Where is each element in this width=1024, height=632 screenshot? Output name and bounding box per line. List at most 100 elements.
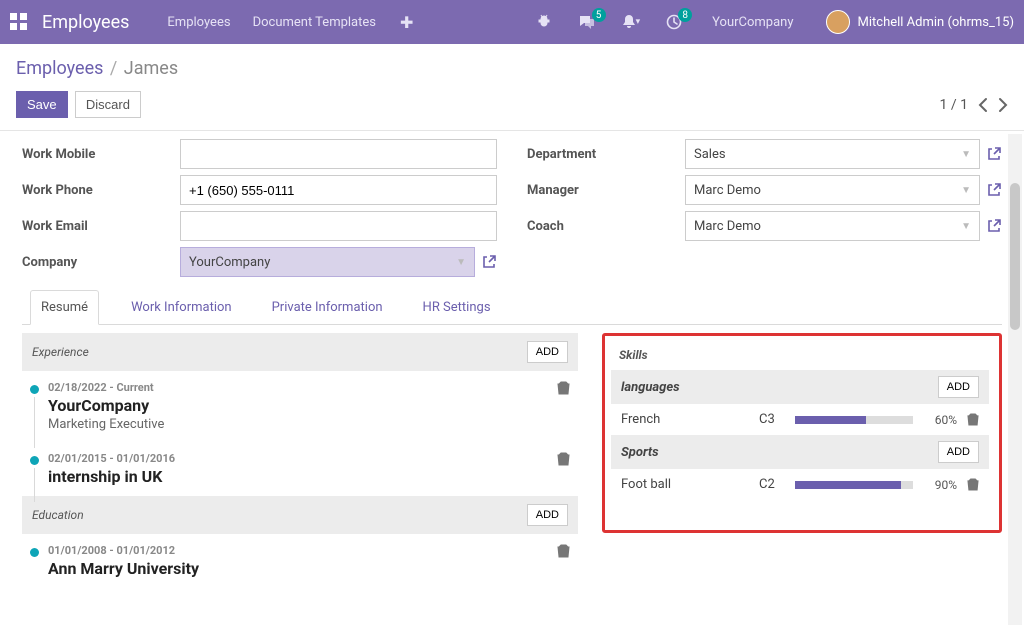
item-title: internship in UK [48, 467, 548, 486]
nav-link-employees[interactable]: Employees [163, 9, 234, 36]
skill-progress [795, 416, 913, 424]
skill-level: C2 [759, 477, 785, 492]
tab-private-information[interactable]: Private Information [264, 290, 391, 325]
work-phone-input[interactable] [180, 175, 497, 205]
timeline-item: 02/18/2022 - Current YourCompany Marketi… [22, 371, 578, 442]
bell-icon[interactable]: ▾ [616, 14, 647, 30]
discuss-icon[interactable]: 5 [572, 14, 602, 30]
company-switcher[interactable]: YourCompany [702, 15, 803, 30]
apps-icon[interactable] [10, 13, 28, 31]
activities-icon[interactable]: 8 [660, 14, 688, 30]
label-coach: Coach [527, 219, 685, 234]
chevron-down-icon: ▼ [456, 257, 466, 268]
resume-column: Experience ADD 02/18/2022 - Current Your… [22, 333, 582, 593]
delete-skill-button[interactable] [967, 413, 981, 426]
scrollbar-thumb[interactable] [1010, 183, 1020, 330]
skill-percent: 90% [923, 478, 957, 492]
pager-prev[interactable] [978, 97, 988, 113]
pager: 1 / 1 [940, 97, 1008, 113]
chevron-down-icon: ▼ [961, 149, 971, 160]
work-email-input[interactable] [180, 211, 497, 241]
company-select[interactable]: YourCompany ▼ [180, 247, 475, 277]
debug-icon[interactable] [530, 14, 558, 30]
company-external-link[interactable] [481, 254, 497, 270]
skill-percent: 60% [923, 413, 957, 427]
manager-external-link[interactable] [986, 182, 1002, 198]
pager-next[interactable] [998, 97, 1008, 113]
avatar [826, 10, 850, 34]
coach-external-link[interactable] [986, 218, 1002, 234]
add-language-button[interactable]: ADD [938, 376, 979, 398]
label-work-mobile: Work Mobile [22, 147, 180, 162]
delete-item-button[interactable] [557, 544, 570, 558]
section-header-education: Education ADD [22, 496, 578, 534]
tabs: Resumé Work Information Private Informat… [22, 289, 1002, 325]
timeline-item: 02/01/2015 - 01/01/2016 internship in UK [22, 442, 578, 496]
user-name: Mitchell Admin (ohrms_15) [858, 15, 1015, 30]
form-fields: Work Mobile Work Phone Work Email Compan… [22, 139, 1002, 283]
manager-select[interactable]: Marc Demo ▼ [685, 175, 980, 205]
chevron-down-icon: ▼ [961, 185, 971, 196]
skills-title: Skills [611, 342, 993, 370]
company-value: YourCompany [189, 255, 270, 270]
bullet-icon [30, 456, 39, 465]
add-sport-button[interactable]: ADD [938, 441, 979, 463]
coach-select[interactable]: Marc Demo ▼ [685, 211, 980, 241]
activities-badge: 8 [678, 8, 692, 22]
skills-group-header-sports: Sports ADD [611, 435, 989, 469]
coach-value: Marc Demo [694, 219, 761, 234]
breadcrumb-root[interactable]: Employees [16, 58, 103, 79]
action-buttons: Save Discard [16, 91, 141, 118]
app-title: Employees [42, 12, 129, 33]
main-content: Work Mobile Work Phone Work Email Compan… [0, 131, 1024, 632]
pager-count: 1 / 1 [940, 97, 968, 113]
skills-scroll[interactable]: languages ADD French C3 60% Sports ADD [611, 370, 993, 518]
page-scrollbar[interactable] [1008, 134, 1022, 625]
item-title: YourCompany [48, 396, 548, 415]
work-mobile-input[interactable] [180, 139, 497, 169]
control-panel: Employees / James Save Discard 1 / 1 [0, 44, 1024, 131]
bullet-icon [30, 385, 39, 394]
tab-work-information[interactable]: Work Information [123, 290, 240, 325]
skills-group-header-languages: languages ADD [611, 370, 989, 404]
save-button[interactable]: Save [16, 91, 68, 118]
skill-row: Foot ball C2 90% [611, 469, 989, 500]
label-work-email: Work Email [22, 219, 180, 234]
section-title: Education [32, 508, 84, 522]
skill-level: C3 [759, 412, 785, 427]
skills-panel: Skills languages ADD French C3 60% [602, 333, 1002, 533]
section-header-experience: Experience ADD [22, 333, 578, 371]
user-menu[interactable]: Mitchell Admin (ohrms_15) [818, 10, 1015, 34]
item-title: Ann Marry University [48, 559, 548, 578]
skill-name: Foot ball [621, 477, 749, 492]
skills-group-label: Sports [621, 445, 659, 460]
item-dates: 02/01/2015 - 01/01/2016 [48, 452, 548, 465]
delete-item-button[interactable] [557, 452, 570, 466]
chevron-down-icon: ▼ [961, 221, 971, 232]
section-title: Experience [32, 345, 89, 359]
delete-skill-button[interactable] [967, 478, 981, 491]
discard-button[interactable]: Discard [75, 91, 141, 118]
tab-body: Experience ADD 02/18/2022 - Current Your… [22, 325, 1002, 593]
label-department: Department [527, 147, 685, 162]
department-select[interactable]: Sales ▼ [685, 139, 980, 169]
skills-group-label: languages [621, 380, 680, 395]
label-company: Company [22, 255, 180, 270]
breadcrumb-current: James [124, 58, 178, 79]
department-external-link[interactable] [986, 146, 1002, 162]
skill-row: French C3 60% [611, 404, 989, 435]
nav-link-document-templates[interactable]: Document Templates [249, 9, 380, 36]
plus-menu[interactable]: ✚ [394, 13, 419, 32]
discuss-badge: 5 [592, 8, 606, 22]
skill-name: French [621, 412, 749, 427]
tab-resume[interactable]: Resumé [30, 290, 99, 325]
bullet-icon [30, 548, 39, 557]
tab-hr-settings[interactable]: HR Settings [415, 290, 499, 325]
manager-value: Marc Demo [694, 183, 761, 198]
timeline-item: 01/01/2008 - 01/01/2012 Ann Marry Univer… [22, 534, 578, 588]
add-education-button[interactable]: ADD [527, 504, 568, 526]
delete-item-button[interactable] [557, 381, 570, 395]
resume-scroll[interactable]: Experience ADD 02/18/2022 - Current Your… [22, 333, 582, 593]
add-experience-button[interactable]: ADD [527, 341, 568, 363]
item-subtitle: Marketing Executive [48, 417, 548, 432]
